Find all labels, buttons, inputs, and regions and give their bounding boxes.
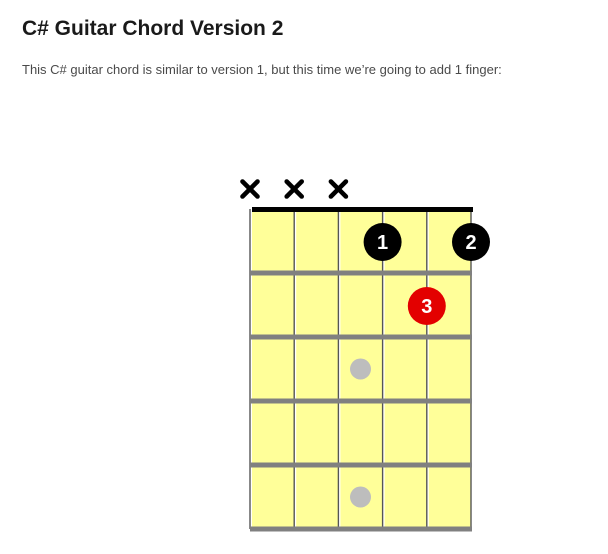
fret-wire-5	[250, 526, 472, 532]
fret-wire-1	[250, 270, 472, 276]
finger-dot: 3	[407, 287, 446, 325]
finger-number: 3	[421, 296, 432, 318]
mute-x-icon	[328, 179, 349, 199]
fret-wire-4	[250, 462, 472, 468]
mute-x-icon	[284, 179, 305, 199]
nut	[252, 207, 473, 212]
finger-dot: 1	[363, 223, 402, 261]
finger-number: 2	[465, 232, 476, 254]
fret-wire-3	[250, 398, 472, 404]
inlay-dot-2	[350, 486, 371, 508]
mute-x-icon	[240, 179, 260, 199]
finger-number: 1	[377, 232, 388, 254]
chord-diagram: 1 2 3	[240, 179, 490, 532]
finger-dot: 2	[452, 223, 490, 261]
fret-wire-2	[250, 334, 472, 340]
muted-string-markers	[240, 179, 349, 199]
inlay-dot-1	[350, 358, 371, 380]
